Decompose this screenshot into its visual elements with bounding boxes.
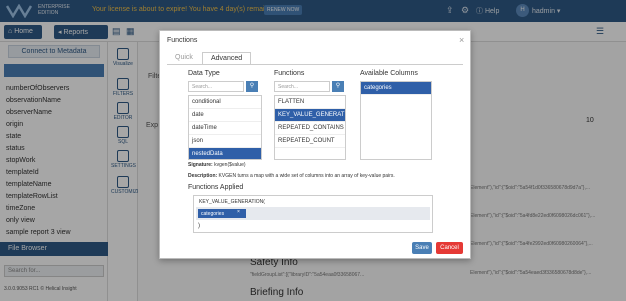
data-type-item[interactable]: dateTime xyxy=(189,122,261,135)
data-type-title: Data Type xyxy=(188,70,220,77)
available-columns-list: categories xyxy=(360,81,432,160)
data-type-list: conditional date dateTime json nestedDat… xyxy=(188,95,262,160)
function-item[interactable]: REPEATED_COUNT xyxy=(275,135,345,148)
data-type-item[interactable]: date xyxy=(189,109,261,122)
save-button[interactable]: Save xyxy=(412,242,432,254)
remove-chip-icon[interactable]: × xyxy=(237,209,240,215)
cancel-button[interactable]: Cancel xyxy=(436,242,463,254)
data-type-item[interactable]: conditional xyxy=(189,96,261,109)
functions-title: Functions xyxy=(274,70,305,77)
search-icon[interactable]: ⚲ xyxy=(332,81,344,92)
functions-applied-title: Functions Applied xyxy=(188,184,244,191)
tab-divider xyxy=(167,64,463,65)
functions-list: FLATTEN KEY_VALUE_GENERATION REPEATED_CO… xyxy=(274,95,346,160)
search-icon[interactable]: ⚲ xyxy=(246,81,258,92)
applied-function-close: ) xyxy=(198,223,200,229)
applied-function-name: KEY_VALUE_GENERATION( xyxy=(199,199,265,205)
close-icon[interactable]: × xyxy=(459,35,464,45)
dialog-title: Functions xyxy=(167,37,198,44)
available-columns-title: Available Columns xyxy=(360,70,418,77)
description-text: Description: KVGEN turns a map with a wi… xyxy=(188,173,395,179)
data-type-item[interactable]: json xyxy=(189,135,261,148)
column-item-selected[interactable]: categories xyxy=(361,82,431,95)
function-item[interactable]: FLATTEN xyxy=(275,96,345,109)
function-item[interactable]: REPEATED_CONTAINS xyxy=(275,122,345,135)
function-item-selected[interactable]: KEY_VALUE_GENERATION xyxy=(275,109,345,122)
data-type-search-input[interactable]: Search... xyxy=(188,81,244,92)
functions-search-input[interactable]: Search... xyxy=(274,81,330,92)
signature-text: Signature: kvgen($value) xyxy=(188,162,246,168)
tab-quick[interactable]: Quick xyxy=(167,52,201,63)
data-type-item-selected[interactable]: nestedData xyxy=(189,148,261,159)
